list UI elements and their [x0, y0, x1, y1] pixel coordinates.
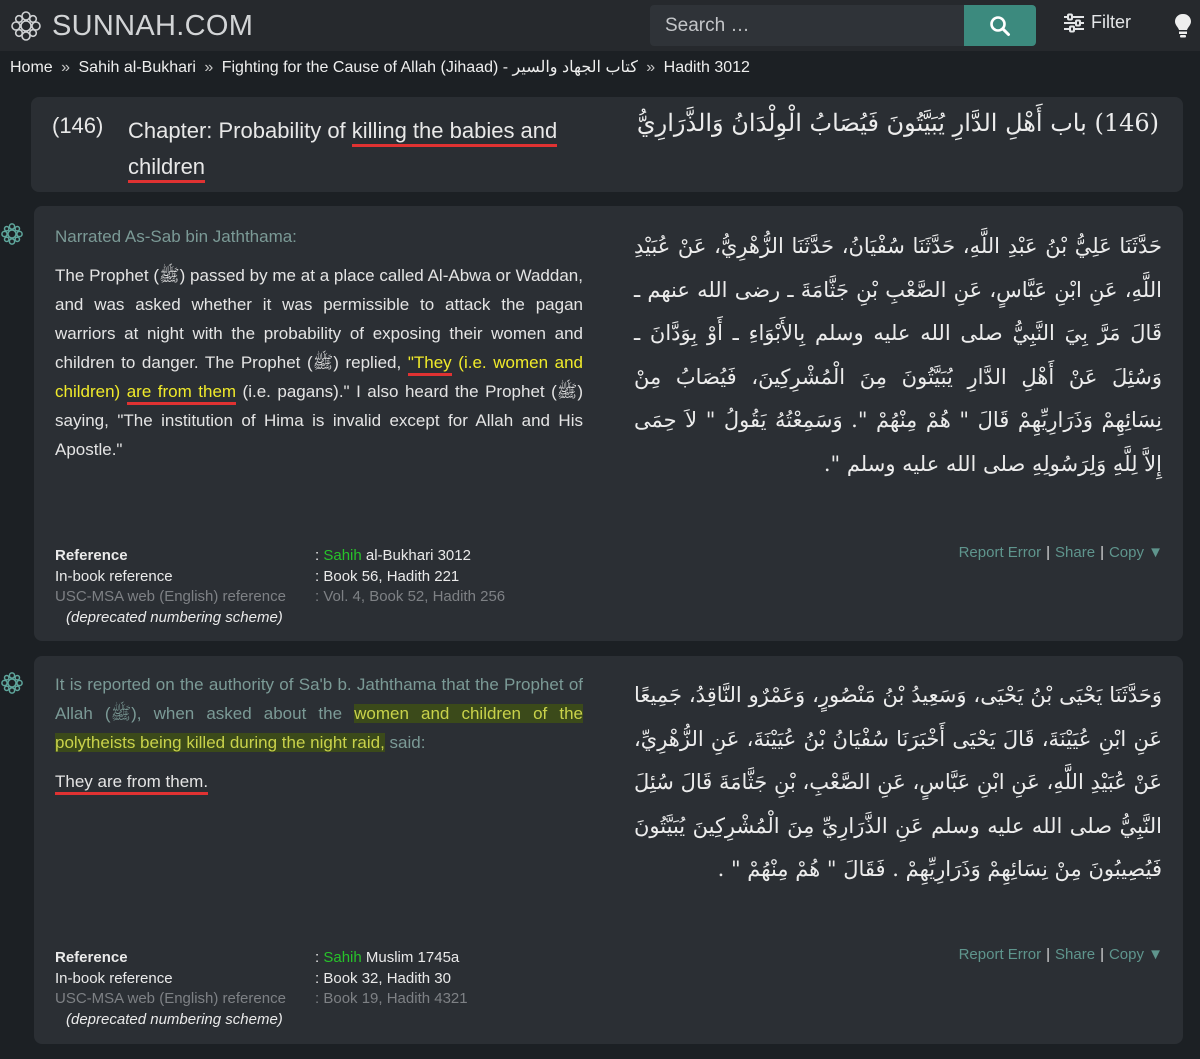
breadcrumb-current: Hadith 3012: [663, 59, 750, 76]
hadith-highlight-underlined: are from them: [126, 382, 237, 405]
hadith-english-text: The Prophet (ﷺ) passed by me at a place …: [55, 261, 583, 464]
breadcrumb-book[interactable]: Fighting for the Cause of Allah (Jihaad)…: [222, 59, 638, 76]
hadith-highlight-underlined: "They: [407, 353, 452, 376]
deprecated-note: (deprecated numbering scheme): [66, 608, 283, 626]
usc-reference-row: USC-MSA web (English) reference : Vol. 4…: [55, 587, 505, 608]
hadith-card: Narrated As-Sab bin Jaththama: The Proph…: [1, 206, 1183, 641]
deprecated-note: (deprecated numbering scheme): [66, 1010, 283, 1028]
hadith-highlight-underlined: They are from them.: [55, 772, 209, 795]
site-name: SUNNAH.COM: [52, 10, 254, 42]
search-input[interactable]: [650, 5, 964, 46]
usc-reference-value: : Vol. 4, Book 52, Hadith 256: [315, 588, 506, 606]
hadith-references: Reference : Sahih al-Bukhari 3012 In-boo…: [55, 546, 505, 628]
search-icon: [990, 15, 1010, 36]
usc-reference-value: : Book 19, Hadith 4321: [315, 990, 468, 1008]
hadith-references: Reference : Sahih Muslim 1745a In-book r…: [55, 948, 468, 1030]
reference-value: : Sahih Muslim 1745a: [315, 949, 460, 966]
report-error-link[interactable]: Report Error: [959, 946, 1042, 963]
usc-reference-label: USC-MSA web (English) reference: [55, 588, 286, 606]
breadcrumb-separator: »: [204, 59, 214, 76]
reference-number: Muslim 1745a: [361, 949, 460, 966]
grade-badge: Sahih: [323, 547, 362, 564]
filter-label: Filter: [1091, 12, 1131, 32]
chapter-title-underlined: killing the babies and: [351, 118, 558, 147]
inbook-reference-label: In-book reference: [55, 969, 173, 987]
usc-reference-text: Vol. 4, Book 52, Hadith 256: [323, 588, 506, 606]
usc-reference-text: Book 19, Hadith 4321: [323, 990, 468, 1008]
breadcrumb-home[interactable]: Home: [10, 59, 53, 76]
chapter-number-arabic: (146): [1094, 109, 1159, 137]
filter-button[interactable]: Filter: [1063, 12, 1131, 33]
hadith-arabic-text: وَحَدَّثَنَا يَحْيَى بْنُ يَحْيَى، وَسَع…: [634, 683, 1162, 881]
hadith-card: It is reported on the authority of Sa'b …: [1, 656, 1183, 1044]
breadcrumb-separator: »: [61, 59, 71, 76]
lightbulb-icon: [1175, 14, 1191, 38]
reference-value: : Sahih al-Bukhari 3012: [315, 547, 471, 564]
share-link[interactable]: Share: [1055, 544, 1095, 561]
chapter-header: (146) Chapter: Probability of killing th…: [31, 97, 1183, 192]
chapter-title-arabic: (146) باب أَهْلِ الدَّارِ يُبَيَّتُونَ ف…: [637, 109, 1159, 137]
chapter-title-prefix: Chapter: Probability of: [128, 118, 352, 143]
grade-badge: Sahih: [323, 949, 362, 966]
hadith-actions: Report Error | Share | Copy ▼: [958, 946, 1163, 963]
site-logo[interactable]: SUNNAH.COM: [8, 8, 253, 44]
inbook-reference-row: In-book reference : Book 32, Hadith 30: [55, 969, 468, 990]
inbook-reference-label: In-book reference: [55, 567, 173, 585]
search-button[interactable]: [964, 5, 1036, 46]
inbook-reference-value: : Book 56, Hadith 221: [315, 567, 460, 585]
inbook-reference-value: : Book 32, Hadith 30: [315, 969, 451, 987]
top-navbar: SUNNAH.COM Filter: [0, 0, 1200, 51]
reference-label: Reference: [55, 547, 128, 564]
chapter-title-arabic-text: باب أَهْلِ الدَّارِ يُبَيَّتُونَ فَيُصَا…: [636, 109, 1087, 137]
search-bar: [650, 5, 1036, 46]
ornament-bullet-icon: [1, 223, 23, 245]
inbook-reference-text: Book 56, Hadith 221: [323, 567, 460, 585]
hadith-english-text: They are from them.: [55, 767, 583, 796]
hadith-actions: Report Error | Share | Copy ▼: [958, 544, 1163, 561]
reference-row: Reference : Sahih al-Bukhari 3012: [55, 546, 505, 567]
usc-reference-row: USC-MSA web (English) reference : Book 1…: [55, 989, 468, 1010]
hadith-narrator: Narrated As-Sab bin Jaththama:: [55, 227, 297, 246]
reference-label: Reference: [55, 949, 128, 966]
breadcrumb-collection[interactable]: Sahih al-Bukhari: [79, 59, 196, 76]
chapter-title-underlined: children: [128, 154, 206, 183]
inbook-reference-text: Book 32, Hadith 30: [323, 969, 451, 987]
reference-row: Reference : Sahih Muslim 1745a: [55, 948, 468, 969]
theme-toggle[interactable]: [1174, 13, 1192, 44]
sunnah-logo-icon: [11, 11, 41, 41]
ornament-bullet-icon: [1, 672, 23, 694]
narrator-text-part: said:: [384, 733, 426, 752]
hadith-arabic-text: حَدَّثَنَا عَلِيُّ بْنُ عَبْدِ اللَّهِ، …: [634, 234, 1162, 476]
chapter-number: (146): [52, 113, 104, 138]
report-error-link[interactable]: Report Error: [959, 544, 1042, 561]
sliders-icon: [1064, 13, 1084, 32]
usc-reference-label: USC-MSA web (English) reference: [55, 990, 286, 1008]
copy-dropdown[interactable]: Copy ▼: [1109, 946, 1163, 963]
chapter-title: Chapter: Probability of killing the babi…: [128, 113, 598, 185]
breadcrumb: Home » Sahih al-Bukhari » Fighting for t…: [10, 57, 750, 77]
inbook-reference-row: In-book reference : Book 56, Hadith 221: [55, 567, 505, 588]
copy-dropdown[interactable]: Copy ▼: [1109, 544, 1163, 561]
share-link[interactable]: Share: [1055, 946, 1095, 963]
reference-number: al-Bukhari 3012: [361, 547, 471, 564]
breadcrumb-separator: »: [646, 59, 656, 76]
hadith-narrator: It is reported on the authority of Sa'b …: [55, 670, 583, 757]
